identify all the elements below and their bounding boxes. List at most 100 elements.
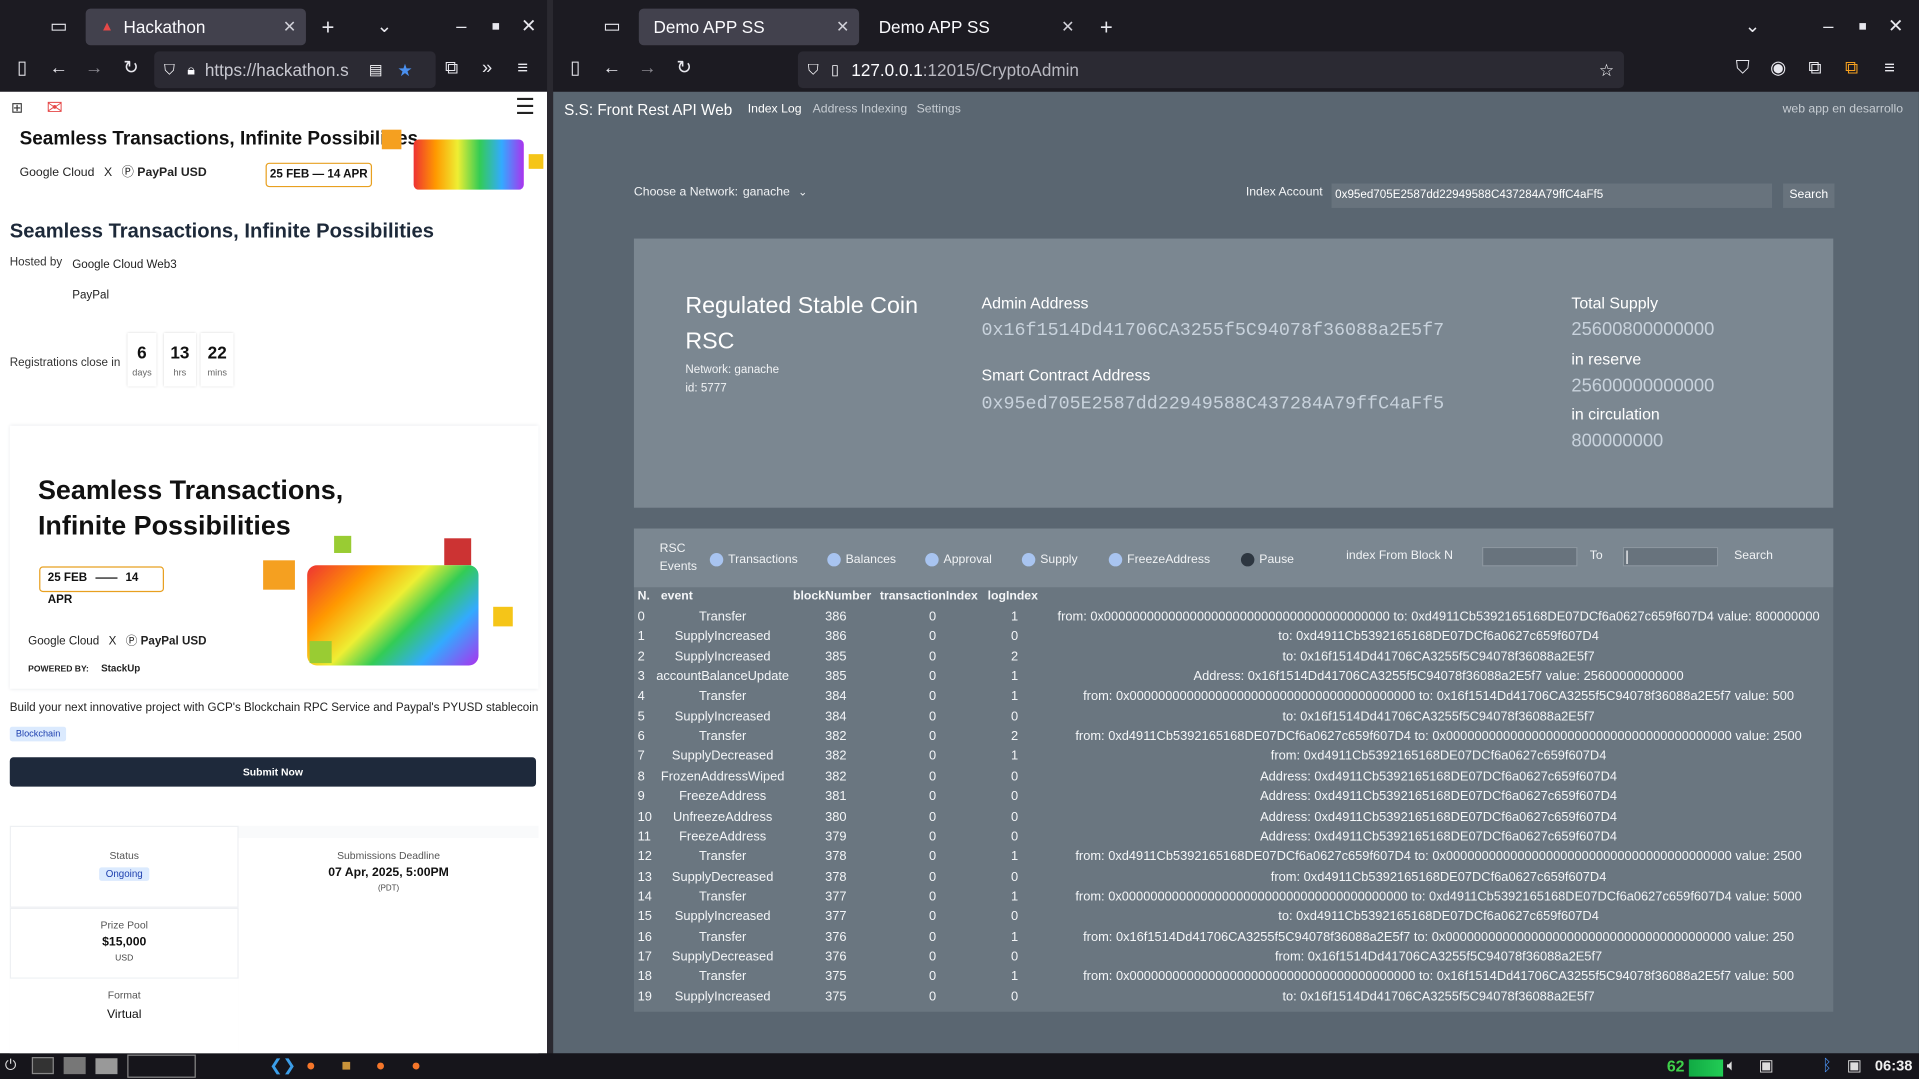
vscode-icon[interactable]: ❮❯ xyxy=(269,1056,296,1076)
extension-badge-icon[interactable]: ⧉ xyxy=(1838,56,1865,80)
network-select[interactable]: ganache ⌄ xyxy=(743,186,807,199)
firefox-icon-3[interactable]: ● xyxy=(411,1056,421,1074)
admin-address-label: Admin Address xyxy=(981,293,1089,312)
close-tab-2-icon[interactable]: ✕ xyxy=(1061,17,1074,37)
back-icon-right[interactable]: ← xyxy=(598,56,625,80)
filter-freeze-address[interactable]: FreezeAddress xyxy=(1108,552,1210,567)
terminal-icon[interactable] xyxy=(31,1057,54,1075)
reload-icon-right[interactable]: ↻ xyxy=(671,56,698,80)
close-tab-1-icon[interactable]: ✕ xyxy=(836,17,849,37)
reader-icon[interactable]: ▤ xyxy=(369,61,383,78)
table-row: 19 SupplyIncreased 375 0 0 to: 0x16f1514Dd417… xyxy=(634,989,1833,1009)
banner-brand-google: Google Cloud xyxy=(19,166,95,180)
cell-event: FreezeAddress xyxy=(679,789,767,804)
filter-pause[interactable]: Pause xyxy=(1240,552,1294,567)
apps-grid-icon[interactable]: ⊞ xyxy=(11,99,23,116)
table-row: 8 FrozenAddressWiped 382 0 0 Address: 0xd4911… xyxy=(634,769,1833,789)
overflow-icon[interactable]: » xyxy=(474,56,501,80)
filter-supply[interactable]: Supply xyxy=(1021,552,1078,567)
extensions-icon-right[interactable]: ⧉ xyxy=(1801,56,1828,80)
banner-brands: Google Cloud X Ⓟ PayPal USD xyxy=(20,161,207,179)
filter-approval[interactable]: Approval xyxy=(925,552,992,567)
tab-list-icon-right[interactable]: ▭ xyxy=(598,15,625,39)
bookmark-star-icon[interactable]: ★ xyxy=(397,59,412,80)
events-search-button[interactable]: Search xyxy=(1734,549,1773,562)
forward-icon[interactable]: → xyxy=(81,56,108,80)
cell-event: Transfer xyxy=(698,969,747,984)
chevron-down-icon-right[interactable]: ⌄ xyxy=(1739,15,1766,39)
filter-transactions[interactable]: Transactions xyxy=(709,552,798,567)
chevron-down-icon[interactable]: ⌄ xyxy=(371,15,398,39)
nav-index-log[interactable]: Index Log xyxy=(748,103,802,116)
nav-address-indexing[interactable]: Address Indexing xyxy=(813,103,908,116)
firefox-icon-2[interactable]: ● xyxy=(376,1056,386,1074)
index-account-value: 0x95ed705E2587dd22949588C437284A79ffC4aF… xyxy=(1335,188,1604,202)
hamburger-icon[interactable]: ☰ xyxy=(515,94,535,120)
left-url-bar[interactable]: ⛉ 🔒︎ https://hackathon.s ▤ ★ xyxy=(154,51,436,89)
tab-list-icon[interactable]: ▭ xyxy=(45,15,72,39)
search-account-button[interactable]: Search xyxy=(1783,183,1835,208)
filter-balances[interactable]: Balances xyxy=(827,552,896,567)
minimize-icon[interactable]: – xyxy=(448,15,475,39)
table-row: 17 SupplyDecreased 376 0 0 from: 0x16f1514Dd4… xyxy=(634,949,1833,969)
table-row: 6 Transfer 382 0 2 from: 0xd4911Cb5392165168D… xyxy=(634,729,1833,749)
table-row: 7 SupplyDecreased 382 0 1 from: 0xd4911Cb5392… xyxy=(634,749,1833,769)
to-block-input[interactable] xyxy=(1622,546,1719,567)
right-url-bar[interactable]: ⛉ ▯ 127.0.0.1 :12015/CryptoAdmin ☆ xyxy=(797,51,1624,89)
new-tab-icon-right[interactable]: + xyxy=(1093,15,1120,39)
index-account-input[interactable]: 0x95ed705E2587dd22949588C437284A79ffC4aF… xyxy=(1331,183,1773,208)
deadline-label: Submissions Deadline xyxy=(337,849,441,862)
display-icon[interactable]: ▣ xyxy=(1847,1056,1862,1076)
package-icon[interactable]: ■ xyxy=(341,1056,351,1074)
cell-event: SupplyIncreased xyxy=(674,709,771,724)
events-label-line-1: RSC xyxy=(659,541,686,556)
tab-demo-app-2-title: Demo APP SS xyxy=(878,17,990,37)
banner-cube-art xyxy=(381,129,547,190)
countdown-days: 6 days xyxy=(127,333,156,387)
back-icon[interactable]: ← xyxy=(45,56,72,80)
submit-now-button[interactable]: Submit Now xyxy=(9,757,537,787)
network-icon[interactable]: ▣ xyxy=(1759,1056,1774,1076)
tab-demo-app-1[interactable]: Demo APP SS ✕ xyxy=(638,8,860,46)
brand-logo-icon[interactable]: ✉ xyxy=(47,95,63,119)
menu-icon-right[interactable]: ≡ xyxy=(1876,56,1903,80)
maximize-icon[interactable]: ■ xyxy=(482,15,509,39)
nav-settings[interactable]: Settings xyxy=(917,103,961,116)
bluetooth-icon[interactable]: ᛒ xyxy=(1822,1056,1832,1074)
files-icon[interactable] xyxy=(63,1057,86,1075)
tab-hackathon[interactable]: ▲ Hackathon ✕ xyxy=(85,8,306,46)
sidebar-icon[interactable]: ▯ xyxy=(9,56,36,80)
status-badge: Ongoing xyxy=(99,867,149,881)
prize-label: Prize Pool xyxy=(100,918,148,932)
cpu-indicator: 62 xyxy=(1666,1057,1685,1076)
cell-event: Transfer xyxy=(698,689,747,704)
blockchain-tag[interactable]: Blockchain xyxy=(9,726,67,742)
reload-icon[interactable]: ↻ xyxy=(117,56,144,80)
new-tab-icon[interactable]: + xyxy=(315,15,342,39)
active-window-slot[interactable] xyxy=(127,1054,196,1078)
shield-icon-right: ⛉ xyxy=(807,60,819,78)
forward-icon-right[interactable]: → xyxy=(634,56,661,80)
cell-block-number: 385 xyxy=(825,669,847,684)
table-row: 1 SupplyIncreased 386 0 0 to: 0xd4911Cb539216… xyxy=(634,629,1833,649)
from-block-input[interactable] xyxy=(1482,546,1578,567)
close-tab-icon[interactable]: ✕ xyxy=(283,17,296,37)
pocket-icon[interactable]: ⛉ xyxy=(1729,56,1756,80)
minimize-icon-right[interactable]: – xyxy=(1815,15,1842,39)
window-icon[interactable] xyxy=(95,1058,118,1075)
close-window-icon-right[interactable]: ✕ xyxy=(1882,15,1909,39)
account-icon[interactable]: ◉ xyxy=(1765,56,1792,80)
tab-demo-app-2[interactable]: Demo APP SS ✕ xyxy=(864,9,1084,46)
extensions-icon[interactable]: ⧉ xyxy=(438,56,465,80)
bookmark-icon-right[interactable]: ☆ xyxy=(1599,59,1614,80)
power-icon[interactable]: ⏻ xyxy=(5,1056,17,1074)
maximize-icon-right[interactable]: ■ xyxy=(1849,15,1876,39)
menu-icon[interactable]: ≡ xyxy=(509,56,536,80)
cell-block-number: 384 xyxy=(825,709,847,724)
close-window-icon[interactable]: ✕ xyxy=(515,15,542,39)
banner-dates: 25 FEB — 14 APR xyxy=(265,162,373,188)
sidebar-icon-right[interactable]: ▯ xyxy=(562,56,589,80)
volume-icon[interactable]: 🔈︎ xyxy=(1727,1056,1737,1076)
app-brand[interactable]: S.S: Front Rest API Web xyxy=(564,102,732,119)
firefox-icon[interactable]: ● xyxy=(306,1056,316,1074)
